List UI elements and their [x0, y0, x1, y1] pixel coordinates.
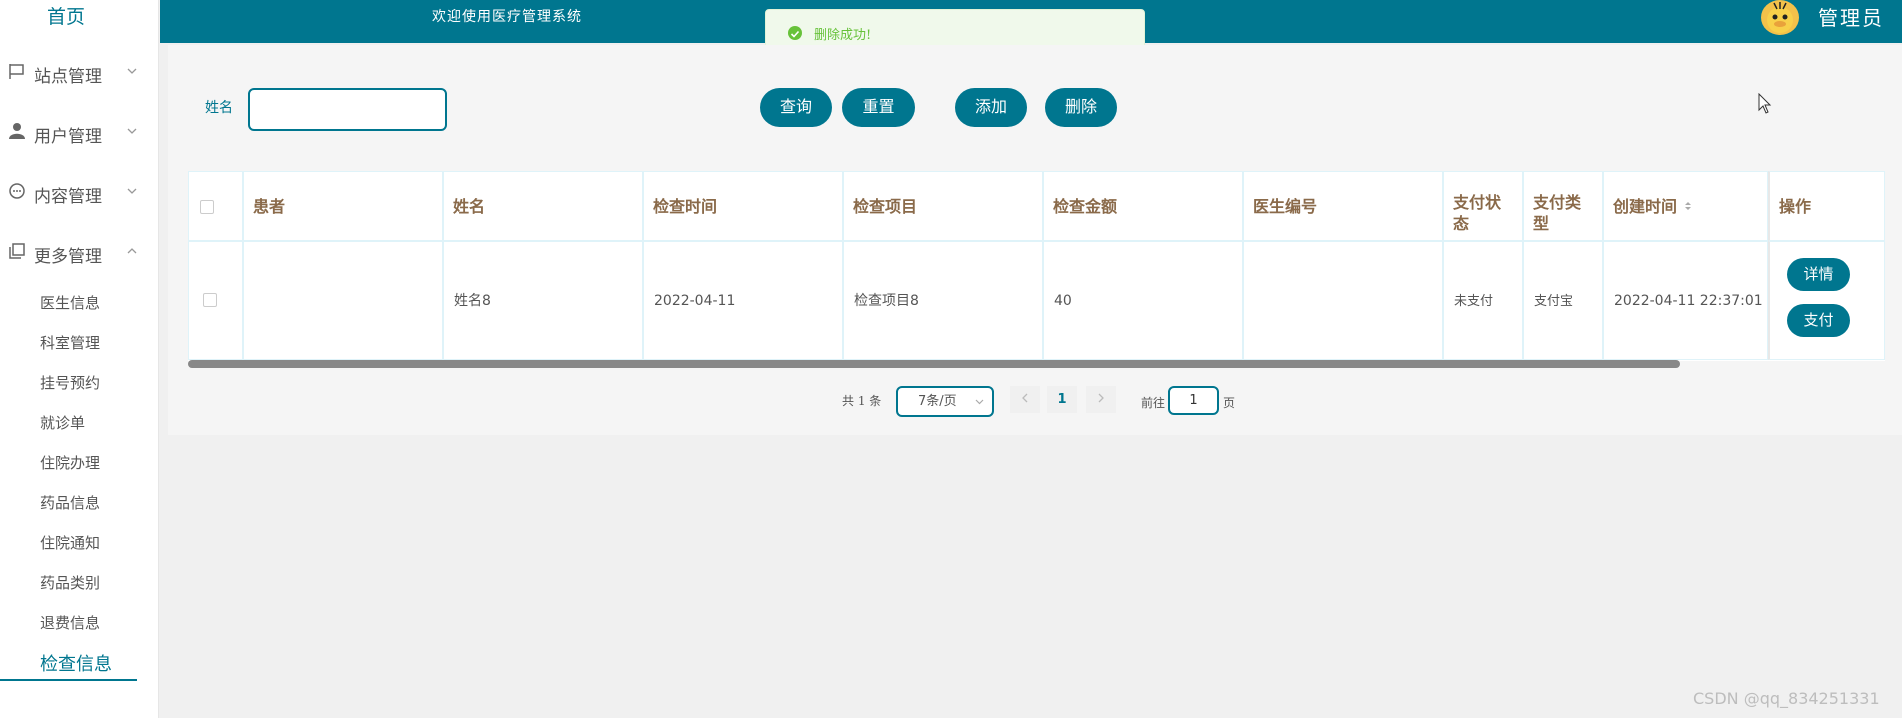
chevron-left-icon: [1022, 393, 1028, 403]
column-header-check-item: 检查项目: [843, 171, 1043, 241]
check-circle-icon: [788, 26, 802, 40]
cell-check-item: 检查项目8: [843, 241, 1043, 360]
cell-actions: 详情 支付: [1768, 241, 1885, 360]
sidebar-item-examination[interactable]: 检查信息: [40, 650, 112, 676]
page-size-select[interactable]: 7条/页: [896, 386, 994, 417]
sidebar-item-admission[interactable]: 住院办理: [40, 452, 100, 473]
chevron-right-icon: [1098, 393, 1104, 403]
sidebar-menu-label: 用户管理: [34, 127, 102, 147]
column-header-patient: 患者: [243, 171, 443, 241]
goto-page-input[interactable]: 1: [1168, 386, 1219, 415]
chevron-down-icon: [127, 128, 137, 134]
query-button[interactable]: 查询: [760, 88, 832, 127]
column-header-label: 支付类型: [1533, 192, 1582, 233]
select-all-checkbox[interactable]: [200, 200, 214, 214]
sidebar-item-drug-category[interactable]: 药品类别: [40, 572, 100, 593]
welcome-text: 欢迎使用医疗管理系统: [432, 9, 582, 25]
user-icon: [9, 123, 25, 139]
sidebar-menu-label: 站点管理: [34, 67, 102, 87]
cell-created-at: 2022-04-11 22:37:01: [1603, 241, 1768, 360]
table-horizontal-scrollbar[interactable]: [188, 360, 1680, 368]
user-role[interactable]: 管理员: [1818, 2, 1884, 31]
pagination-total: 共 1 条: [842, 394, 882, 408]
flag-icon: [9, 64, 24, 79]
chevron-down-icon: [127, 68, 137, 74]
cell-name: 姓名8: [443, 241, 643, 360]
sidebar-item-visit-form[interactable]: 就诊单: [40, 412, 85, 433]
cell-amount: 40: [1043, 241, 1243, 360]
toast-message: 删除成功!: [814, 28, 872, 43]
name-label: 姓名: [205, 100, 233, 116]
page-size-value: 7条/页: [918, 394, 957, 409]
sidebar: 首页 站点管理 用户管理 内容管理 更多管理 医生信息 科室管理 挂号预约 就诊…: [0, 0, 159, 718]
cell-doctor-no: [1243, 241, 1443, 360]
detail-button[interactable]: 详情: [1787, 258, 1850, 291]
copy-icon: [9, 243, 25, 259]
column-header-pay-status: 支付状态: [1443, 171, 1523, 241]
row-checkbox[interactable]: [203, 293, 217, 307]
column-header-actions: 操作: [1768, 171, 1885, 241]
sidebar-item-refund[interactable]: 退费信息: [40, 612, 100, 633]
sidebar-menu-site[interactable]: 站点管理: [0, 52, 159, 92]
watermark: CSDN @qq_834251331: [1693, 689, 1880, 708]
pay-button[interactable]: 支付: [1787, 304, 1850, 337]
sidebar-menu-label: 内容管理: [34, 187, 102, 207]
sidebar-menu-content[interactable]: 内容管理: [0, 172, 159, 212]
sort-icon[interactable]: [1683, 200, 1693, 212]
column-header-doctor-no: 医生编号: [1243, 171, 1443, 241]
avatar[interactable]: [1761, 0, 1799, 35]
goto-suffix: 页: [1223, 396, 1236, 410]
goto-label: 前往: [1141, 396, 1166, 410]
sidebar-item-appointment[interactable]: 挂号预约: [40, 372, 100, 393]
column-header-check-time: 检查时间: [643, 171, 843, 241]
sidebar-item-hospital-notice[interactable]: 住院通知: [40, 532, 100, 553]
sidebar-menu-more[interactable]: 更多管理: [0, 232, 159, 272]
column-header-amount: 检查金额: [1043, 171, 1243, 241]
prev-page-button[interactable]: [1010, 386, 1040, 413]
column-header-label: 创建时间: [1613, 196, 1678, 216]
row-select-cell: [188, 241, 243, 360]
next-page-button[interactable]: [1086, 386, 1116, 413]
column-header-pay-type: 支付类型: [1523, 171, 1603, 241]
active-indicator: [0, 679, 137, 681]
delete-button[interactable]: 删除: [1045, 88, 1117, 127]
mouse-cursor-icon: [1758, 93, 1772, 114]
cell-pay-type: 支付宝: [1523, 241, 1603, 360]
column-header-name: 姓名: [443, 171, 643, 241]
name-search-input[interactable]: [248, 88, 447, 131]
page-number-current[interactable]: 1: [1047, 386, 1077, 413]
cell-pay-status: 未支付: [1443, 241, 1523, 360]
column-header-created-at[interactable]: 创建时间: [1603, 171, 1768, 241]
cell-check-time: 2022-04-11: [643, 241, 843, 360]
select-all-cell: [188, 171, 243, 241]
home-link[interactable]: 首页: [0, 2, 132, 29]
sidebar-menu-user[interactable]: 用户管理: [0, 112, 159, 152]
chevron-down-icon: [975, 399, 984, 405]
column-header-label: 支付状态: [1453, 192, 1502, 233]
data-table: 患者 姓名 检查时间 检查项目 检查金额 医生编号 支付状态 支付类型 创建时间…: [188, 171, 1885, 361]
sidebar-item-department[interactable]: 科室管理: [40, 332, 100, 353]
cell-patient: [243, 241, 443, 360]
duck-avatar-icon: [1767, 2, 1793, 33]
chevron-up-icon: [127, 248, 137, 254]
reset-button[interactable]: 重置: [842, 88, 915, 127]
add-button[interactable]: 添加: [955, 88, 1027, 127]
sidebar-item-doctor-info[interactable]: 医生信息: [40, 292, 100, 313]
sidebar-item-drug-info[interactable]: 药品信息: [40, 492, 100, 513]
chat-icon: [9, 183, 25, 199]
chevron-down-icon: [127, 188, 137, 194]
sidebar-menu-label: 更多管理: [34, 247, 102, 267]
